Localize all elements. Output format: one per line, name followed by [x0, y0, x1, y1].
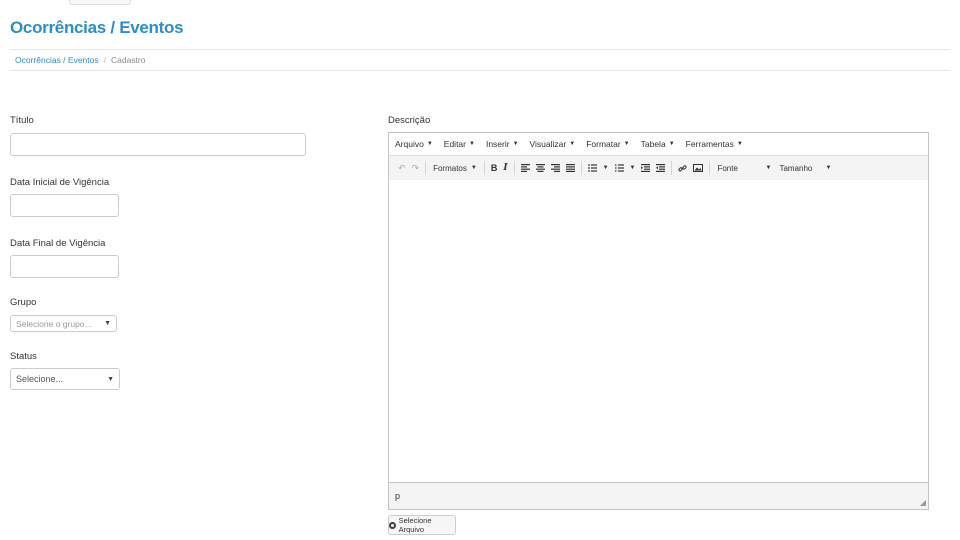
menu-label: Arquivo: [395, 139, 424, 149]
indent-icon[interactable]: [653, 164, 668, 172]
align-right-icon[interactable]: [548, 164, 563, 172]
breadcrumb-current: Cadastro: [111, 55, 146, 65]
caret-down-icon[interactable]: ▼: [627, 165, 639, 171]
top-tab: [69, 0, 131, 5]
menu-label: Editar: [443, 139, 466, 149]
italic-button[interactable]: I: [500, 163, 510, 173]
align-center-icon[interactable]: [533, 164, 548, 172]
image-icon[interactable]: [690, 164, 706, 172]
status-select-value: Selecione...: [16, 374, 64, 384]
select-file-label: Selecione Arquivo: [398, 516, 432, 534]
bold-button[interactable]: B: [488, 163, 501, 173]
numbered-list-icon[interactable]: [612, 164, 627, 172]
status-label: Status: [10, 351, 37, 362]
history-group: ↶ ↷: [395, 161, 427, 175]
grupo-select-value: Selecione o grupo...: [16, 318, 92, 329]
element-path[interactable]: p: [395, 491, 400, 501]
caret-down-icon: ▼: [569, 141, 576, 147]
data-final-input[interactable]: [10, 255, 119, 278]
menu-inserir[interactable]: Inserir ▼: [486, 139, 519, 149]
insert-group: [675, 161, 711, 175]
formats-dropdown[interactable]: Formatos ▼: [429, 164, 481, 173]
caret-down-icon: ▼: [426, 141, 433, 147]
menu-label: Ferramentas: [685, 139, 734, 149]
grupo-select[interactable]: Selecione o grupo... ▼: [10, 315, 117, 332]
menu-arquivo[interactable]: Arquivo ▼: [395, 139, 433, 149]
redo-icon[interactable]: ↷: [409, 163, 423, 174]
link-icon[interactable]: [675, 164, 690, 173]
editor-toolbar: ↶ ↷ Formatos ▼ B I ▼ ▼ Fonte ▼ Tamanho ▼: [389, 156, 928, 181]
font-family-dropdown[interactable]: Fonte ▼: [713, 164, 775, 173]
breadcrumb: Ocorrências / Eventos / Cadastro: [10, 49, 950, 71]
status-select[interactable]: Selecione... ▼: [10, 368, 120, 390]
menu-label: Formatar: [586, 139, 621, 149]
descricao-label: Descrição: [388, 115, 431, 126]
menu-label: Inserir: [485, 139, 510, 149]
data-final-label: Data Final de Vigência: [10, 238, 106, 249]
align-justify-icon[interactable]: [563, 164, 578, 172]
caret-down-icon: ▼: [765, 165, 772, 171]
page-title: Ocorrências / Eventos: [10, 18, 184, 37]
editor-statusbar: p ◢: [389, 482, 928, 509]
grupo-label: Grupo: [10, 297, 37, 308]
chevron-down-icon: ▼: [104, 320, 111, 327]
align-group: [518, 161, 582, 175]
font-label: Fonte: [717, 163, 738, 173]
style-group: B I: [488, 161, 515, 175]
breadcrumb-link[interactable]: Ocorrências / Eventos: [15, 55, 99, 65]
caret-down-icon[interactable]: ▼: [600, 165, 612, 171]
caret-down-icon: ▼: [623, 141, 630, 147]
upload-icon: [389, 521, 396, 529]
menu-tabela[interactable]: Tabela ▼: [641, 139, 675, 149]
caret-down-icon: ▼: [512, 141, 519, 147]
data-inicial-input[interactable]: [10, 194, 119, 217]
data-inicial-label: Data Inicial de Vigência: [10, 177, 110, 188]
chevron-down-icon: ▼: [107, 375, 114, 383]
caret-down-icon: ▼: [469, 141, 475, 147]
outdent-icon[interactable]: [638, 164, 653, 172]
titulo-input[interactable]: [10, 133, 306, 156]
menu-formatar[interactable]: Formatar ▼: [586, 139, 629, 149]
formats-group: Formatos ▼: [429, 161, 485, 175]
menu-visualizar[interactable]: Visualizar ▼: [530, 139, 576, 149]
bullet-list-icon[interactable]: [585, 164, 600, 172]
rich-text-editor: Arquivo ▼ Editar ▼ Inserir ▼ Visualizar ▼ Fo…: [388, 132, 929, 510]
font-size-dropdown[interactable]: Tamanho ▼: [775, 164, 835, 173]
breadcrumb-separator: /: [103, 55, 106, 65]
undo-icon[interactable]: ↶: [395, 163, 409, 174]
list-group: ▼ ▼: [585, 161, 673, 175]
menu-label: Visualizar: [529, 139, 567, 149]
editor-content-area[interactable]: [389, 180, 928, 482]
editor-menubar: Arquivo ▼ Editar ▼ Inserir ▼ Visualizar ▼ Fo…: [389, 133, 928, 156]
resize-handle-icon[interactable]: ◢: [920, 498, 926, 507]
menu-editar[interactable]: Editar ▼: [444, 139, 475, 149]
formats-label: Formatos: [433, 163, 467, 173]
caret-down-icon: ▼: [736, 141, 743, 147]
caret-down-icon: ▼: [668, 141, 675, 147]
select-file-button[interactable]: Selecione Arquivo: [388, 515, 456, 535]
menu-ferramentas[interactable]: Ferramentas ▼: [686, 139, 743, 149]
align-left-icon[interactable]: [518, 164, 533, 172]
titulo-label: Título: [10, 115, 34, 126]
menu-label: Tabela: [640, 139, 666, 149]
caret-down-icon: ▼: [470, 165, 477, 171]
size-label: Tamanho: [779, 163, 813, 173]
caret-down-icon: ▼: [825, 165, 832, 171]
